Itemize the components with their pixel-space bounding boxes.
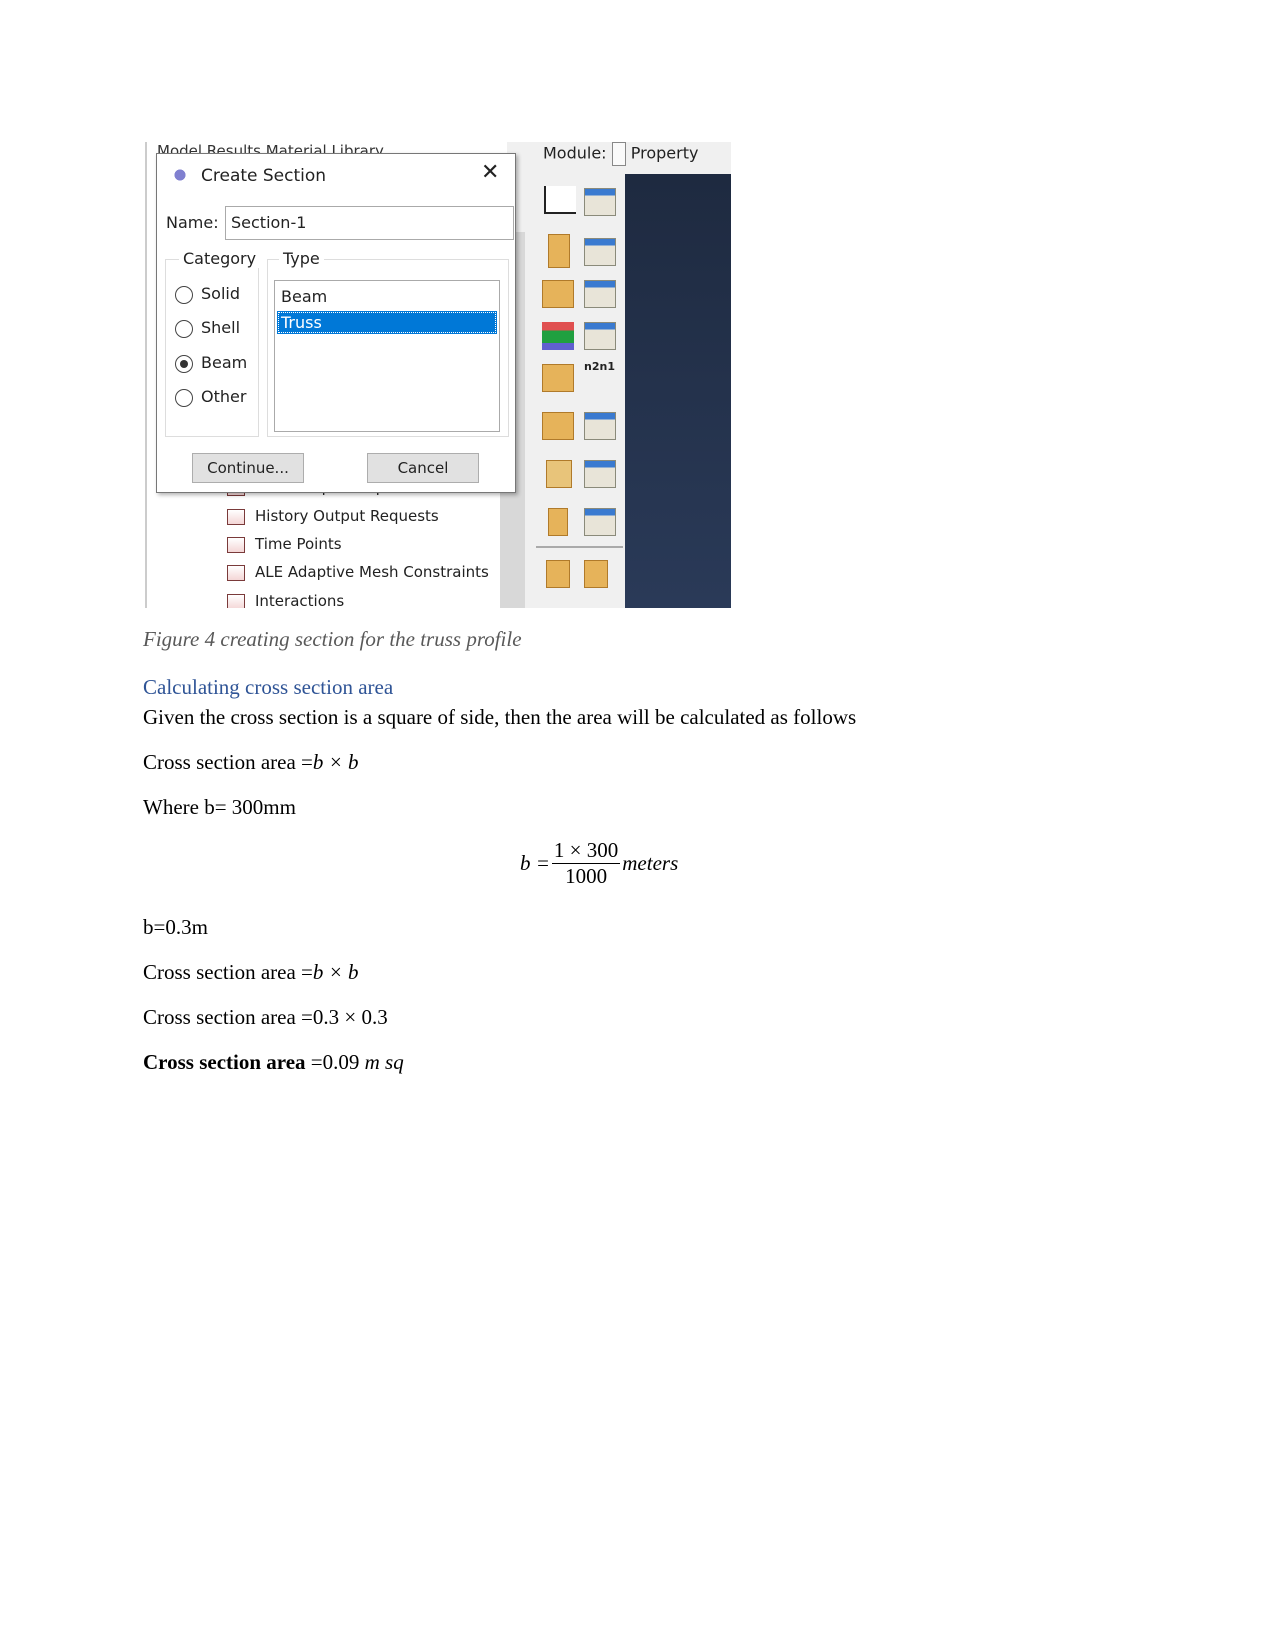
type-label: Type (279, 249, 324, 268)
orientation-manager-icon[interactable] (584, 412, 616, 440)
radio-beam[interactable] (175, 355, 193, 373)
equation-line: Cross section area =0.3 × 0.3 (143, 1005, 388, 1029)
inertia-icon[interactable] (546, 560, 570, 588)
radio-label: Beam (201, 353, 248, 372)
paragraph: Where b= 300mm (143, 795, 296, 819)
type-item-beam[interactable]: Beam (275, 281, 499, 311)
stringer-icon[interactable] (548, 508, 568, 536)
name-label: Name: (166, 213, 219, 232)
radio-solid[interactable] (175, 286, 193, 304)
divider (536, 546, 623, 548)
tree-item[interactable]: Interactions (227, 592, 344, 608)
beam-orientation-icon[interactable]: n2n1 (584, 360, 616, 388)
tree-item[interactable]: History Output Requests (227, 507, 439, 525)
radio-shell[interactable] (175, 320, 193, 338)
viewport[interactable] (625, 174, 731, 608)
assign-section-icon[interactable] (542, 364, 574, 392)
section-icon (169, 164, 191, 186)
equation-line: Cross section area =b × b (143, 960, 359, 984)
type-item-truss[interactable]: Truss (277, 311, 497, 334)
interactions-icon (227, 593, 245, 608)
radio-label: Shell (201, 318, 241, 337)
skin-manager-icon[interactable] (584, 460, 616, 488)
type-list[interactable]: Beam Truss (274, 280, 500, 432)
paragraph: b=0.3m (143, 915, 208, 939)
assign-orientation-icon[interactable] (542, 412, 574, 440)
dialog-title: Create Section (201, 166, 327, 186)
profile-manager-icon[interactable] (584, 280, 616, 308)
result-line: Cross section area =0.09 m sq (143, 1050, 404, 1074)
history-output-icon (227, 508, 245, 525)
abaqus-screenshot: Model Results Material Library Field Out… (145, 142, 731, 608)
dropdown-icon[interactable] (611, 142, 626, 166)
profile-icon[interactable] (542, 280, 574, 308)
toolbox: n2n1 (536, 174, 623, 608)
springs-icon[interactable] (584, 560, 608, 588)
tree-item[interactable]: ALE Adaptive Mesh Constraints (227, 563, 489, 581)
create-section-dialog: Create Section ✕ Name: Section-1 Categor… (156, 153, 516, 493)
ale-icon (227, 564, 245, 581)
figure-caption: Figure 4 creating section for the truss … (143, 627, 522, 651)
time-points-icon (227, 536, 245, 553)
cancel-button[interactable]: Cancel (367, 453, 479, 483)
document-page: Model Results Material Library Field Out… (0, 0, 1275, 1650)
paragraph: Given the cross section is a square of s… (143, 705, 857, 729)
section-heading: Calculating cross section area (143, 675, 394, 699)
close-icon[interactable]: ✕ (481, 160, 499, 185)
equation-line: Cross section area =b × b (143, 750, 359, 774)
radio-other[interactable] (175, 389, 193, 407)
continue-button[interactable]: Continue... (192, 453, 304, 483)
material-icon[interactable] (544, 186, 576, 214)
name-field[interactable]: Section-1 (225, 206, 514, 240)
stringer-manager-icon[interactable] (584, 508, 616, 536)
fraction: 1 × 300 1000 (551, 838, 621, 888)
tree-item[interactable]: Time Points (227, 535, 342, 553)
skin-icon[interactable] (546, 460, 572, 488)
radio-label: Solid (201, 284, 240, 303)
create-section-icon[interactable] (548, 234, 570, 268)
fraction-equation: b = 1 × 300 1000 meters (520, 838, 679, 888)
section-manager-icon[interactable] (584, 238, 616, 266)
material-manager-icon[interactable] (584, 188, 616, 216)
layup-manager-icon[interactable] (584, 322, 616, 350)
category-label: Category (179, 249, 261, 268)
radio-label: Other (201, 387, 247, 406)
composite-layup-icon[interactable] (542, 322, 574, 350)
module-selector[interactable]: Module: Property (543, 142, 698, 166)
